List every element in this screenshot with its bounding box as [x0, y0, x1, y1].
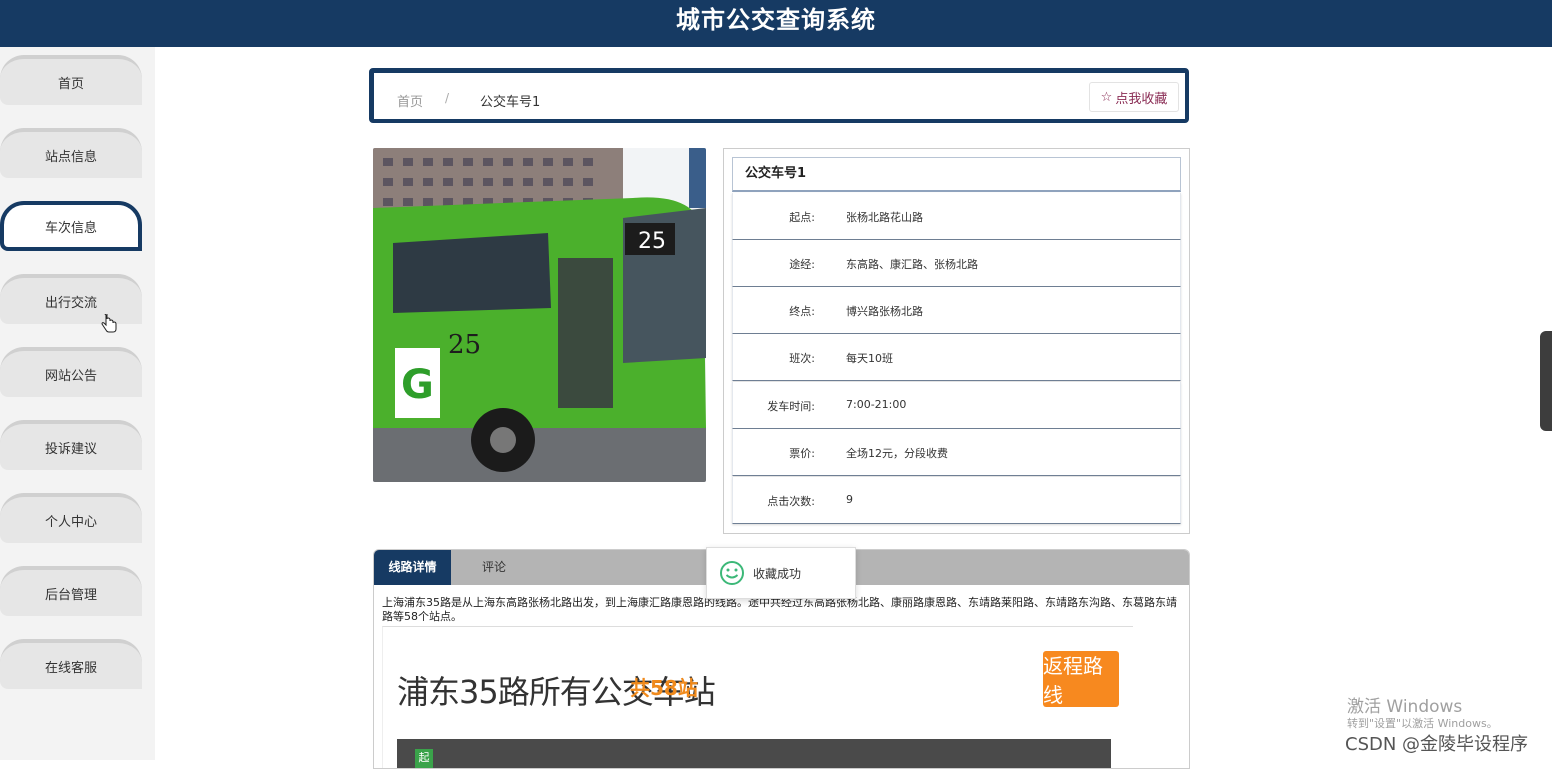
- route-start-marker: 起: [415, 749, 433, 768]
- side-scroll-handle[interactable]: [1540, 331, 1552, 431]
- smile-icon: [720, 561, 744, 585]
- info-row-fare: 票价: 全场12元，分段收费: [732, 429, 1181, 476]
- route-info-title: 公交车号1: [732, 157, 1181, 192]
- info-value: 东高路、康汇路、张杨北路: [846, 258, 978, 271]
- return-route-button[interactable]: 返程路线: [1043, 651, 1119, 707]
- toast-notification: 收藏成功: [706, 547, 856, 599]
- star-icon: ☆: [1100, 89, 1113, 105]
- route-stations-image: 浦东35路所有公交车站 共58站 返程路线 起: [382, 626, 1133, 768]
- sidebar-item-admin[interactable]: 后台管理: [0, 566, 142, 616]
- sidebar-nav: 首页 站点信息 车次信息 出行交流 网站公告 投诉建议 个人中心 后台管理 在线…: [0, 47, 155, 760]
- tab-comments[interactable]: 评论: [454, 550, 534, 585]
- route-stop-strip: 起: [397, 739, 1111, 768]
- favorite-button[interactable]: ☆ 点我收藏: [1089, 82, 1179, 112]
- info-value: 全场12元，分段收费: [846, 447, 948, 460]
- route-station-count: 共58站: [630, 676, 698, 700]
- sidebar-item-complaints[interactable]: 投诉建议: [0, 420, 142, 470]
- bus-route-number: 25: [638, 229, 666, 254]
- route-description: 上海浦东35路是从上海东高路张杨北路出发，到上海康汇路康恩路的线路。途中共经过东…: [382, 596, 1177, 623]
- info-value: 每天10班: [846, 352, 893, 365]
- info-label: 终点:: [789, 305, 815, 318]
- sidebar-item-station-info[interactable]: 站点信息: [0, 128, 142, 178]
- windows-activation-hint: 转到"设置"以激活 Windows。: [1347, 717, 1498, 730]
- info-value: 博兴路张杨北路: [846, 305, 923, 318]
- info-value: 9: [846, 493, 853, 506]
- windows-activation-watermark: 激活 Windows: [1347, 697, 1463, 717]
- site-title: 城市公交查询系统: [676, 6, 876, 34]
- top-header-bar: 城市公交查询系统: [0, 0, 1552, 47]
- info-value: 张杨北路花山路: [846, 211, 923, 224]
- info-label: 发车时间:: [767, 400, 815, 413]
- info-row-clicks: 点击次数: 9: [732, 477, 1181, 524]
- info-label: 途经:: [789, 258, 815, 271]
- bus-logo-letter: G: [401, 362, 434, 408]
- info-row-shifts: 班次: 每天10班: [732, 334, 1181, 381]
- info-label: 票价:: [789, 447, 815, 460]
- info-row-end: 终点: 博兴路张杨北路: [732, 287, 1181, 334]
- sidebar-item-announcements[interactable]: 网站公告: [0, 347, 142, 397]
- sidebar-item-home[interactable]: 首页: [0, 55, 142, 105]
- bus-photo: 25 G 25: [373, 148, 706, 482]
- toast-message: 收藏成功: [753, 566, 802, 581]
- breadcrumb-current: 公交车号1: [480, 95, 541, 110]
- hand-cursor-icon: [101, 311, 117, 341]
- info-label: 点击次数:: [767, 495, 815, 508]
- sidebar-item-travel-exchange[interactable]: 出行交流: [0, 274, 142, 324]
- tab-route-details[interactable]: 线路详情: [374, 550, 451, 585]
- sidebar-item-personal-center[interactable]: 个人中心: [0, 493, 142, 543]
- route-info-panel: 公交车号1 起点: 张杨北路花山路 途经: 东高路、康汇路、张杨北路 终点: 博…: [723, 148, 1190, 534]
- breadcrumb-separator: /: [445, 91, 450, 105]
- info-value: 7:00-21:00: [846, 398, 907, 411]
- info-label: 班次:: [789, 352, 815, 365]
- info-row-start: 起点: 张杨北路花山路: [732, 193, 1181, 240]
- bus-side-number: 25: [448, 330, 481, 360]
- info-label: 起点:: [789, 211, 815, 224]
- info-row-via: 途经: 东高路、康汇路、张杨北路: [732, 240, 1181, 287]
- breadcrumb-home-link[interactable]: 首页: [397, 91, 423, 110]
- csdn-watermark: CSDN @金陵毕设程序: [1345, 734, 1529, 755]
- info-row-departure-time: 发车时间: 7:00-21:00: [732, 382, 1181, 429]
- breadcrumb: 首页 / 公交车号1 ☆ 点我收藏: [369, 68, 1189, 123]
- sidebar-item-trip-info[interactable]: 车次信息: [0, 201, 142, 251]
- favorite-button-label: 点我收藏: [1115, 91, 1168, 107]
- sidebar-item-online-service[interactable]: 在线客服: [0, 639, 142, 689]
